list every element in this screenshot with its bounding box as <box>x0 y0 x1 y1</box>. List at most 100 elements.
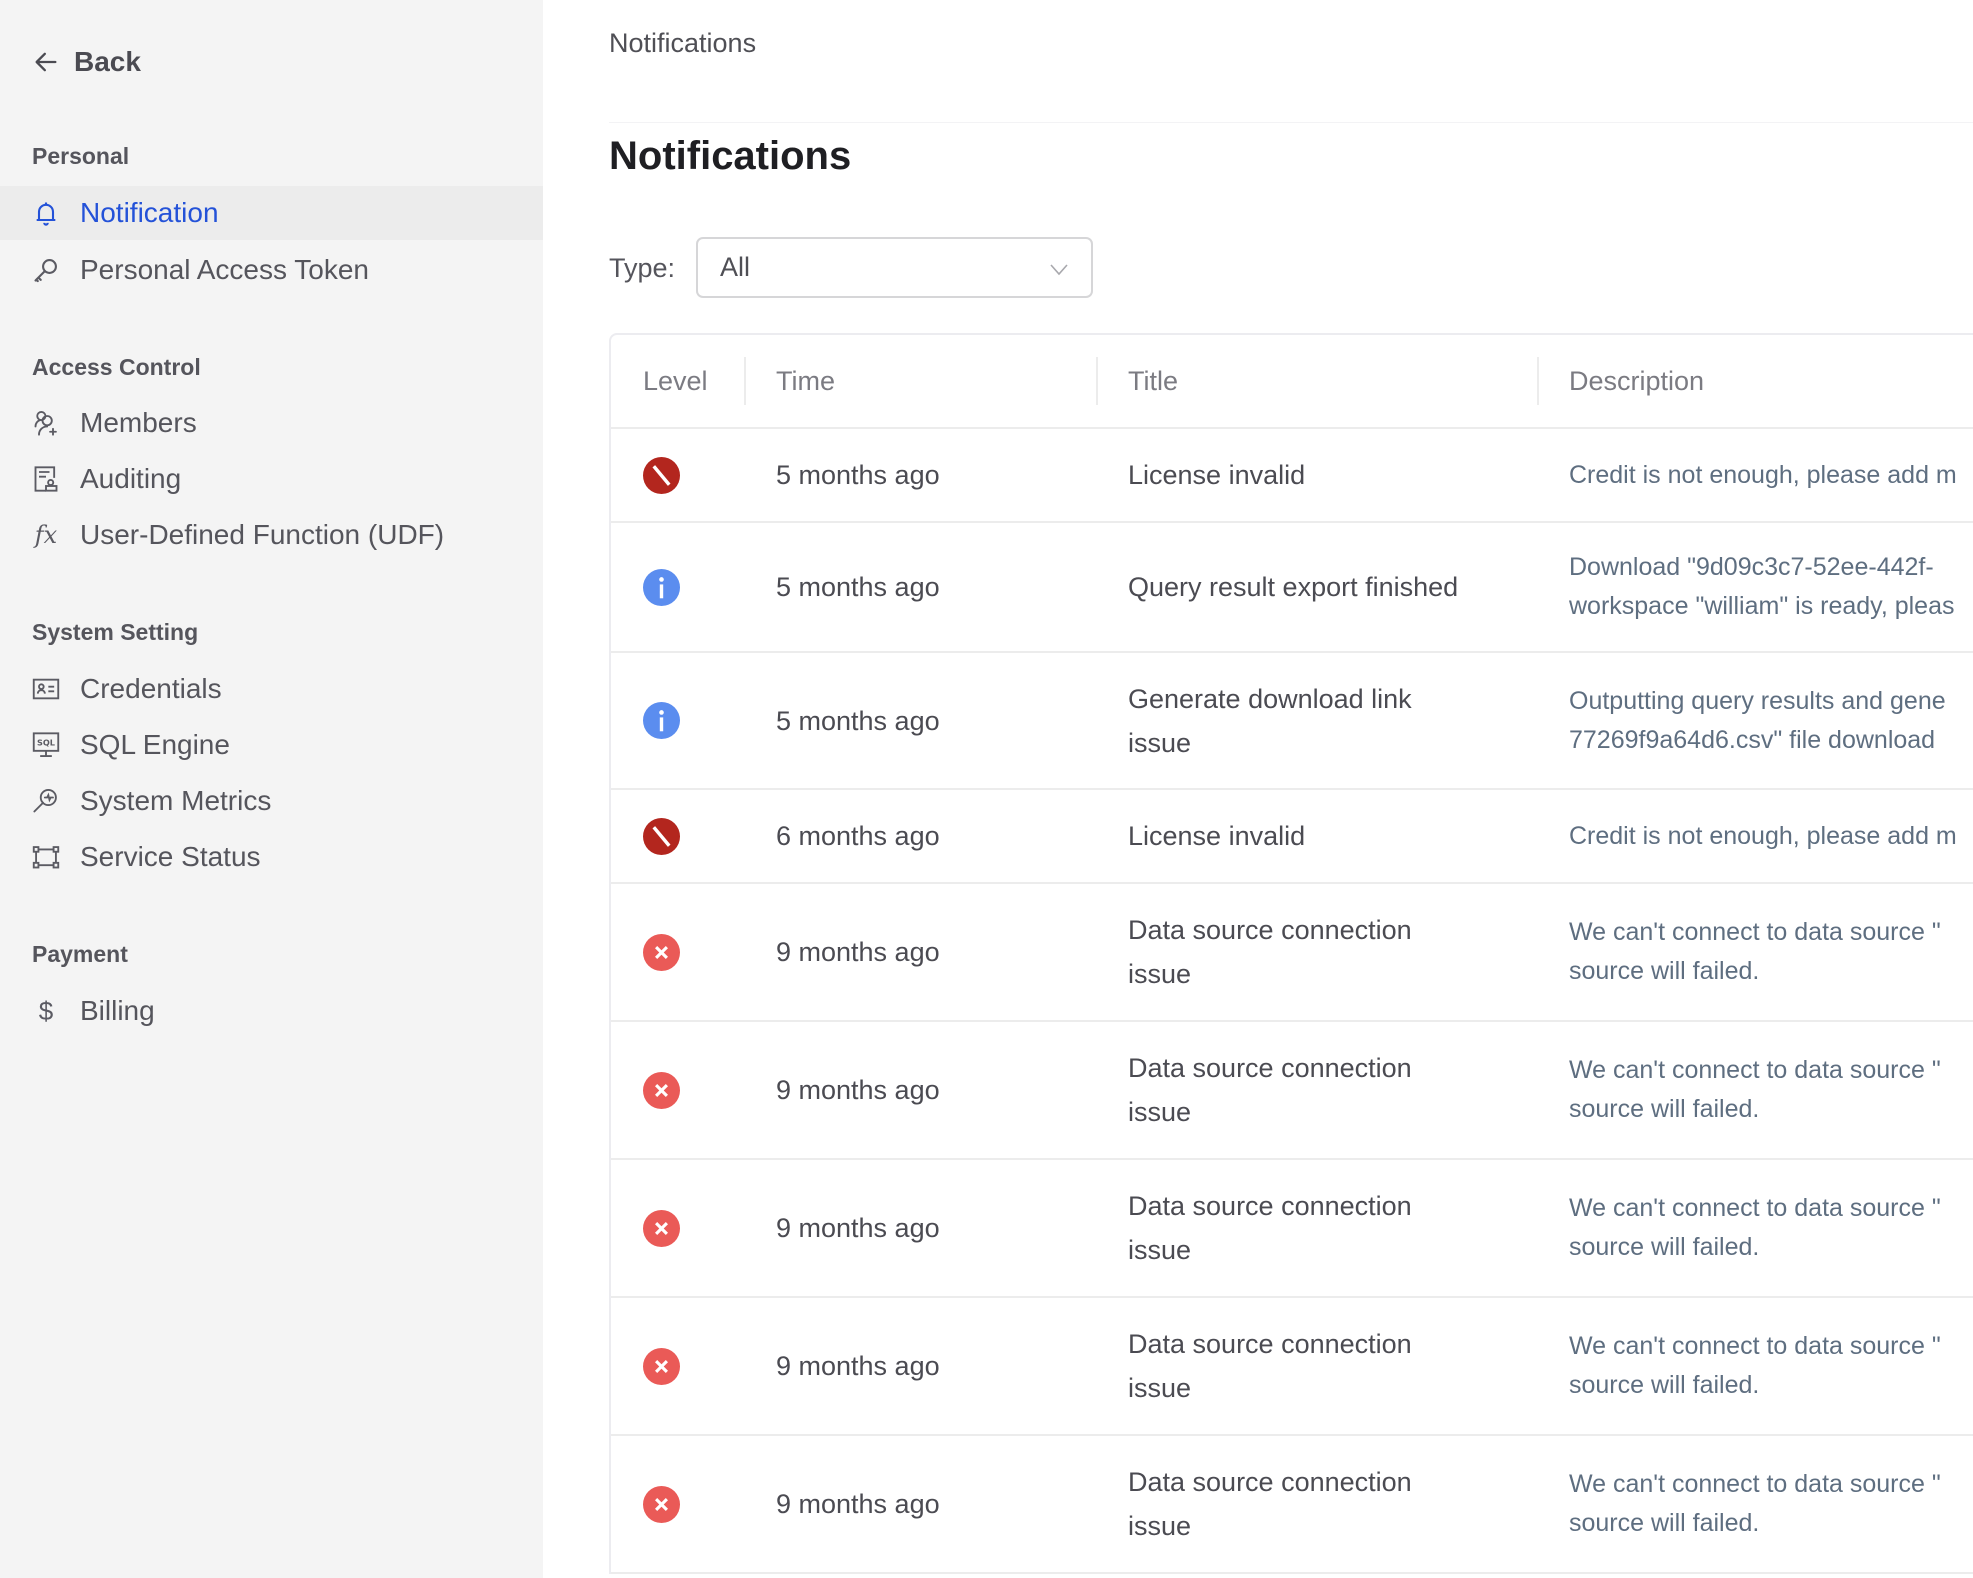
table-header: Level Time Title Description <box>611 335 1973 429</box>
error-icon <box>643 1347 680 1385</box>
table-row[interactable]: 9 months ago Data source connection issue… <box>611 1022 1973 1160</box>
time-text: 5 months ago <box>776 460 940 490</box>
error-icon <box>643 1071 680 1109</box>
time-cell: 5 months ago <box>744 653 1096 788</box>
description-text-line: source will failed. <box>1569 1509 1760 1537</box>
level-cell <box>611 884 744 1020</box>
license-invalid-icon <box>643 456 680 494</box>
title-cell: Data source connection issue <box>1096 1022 1537 1158</box>
description-text-line: source will failed. <box>1569 957 1760 985</box>
time-cell: 6 months ago <box>744 790 1096 882</box>
notifications-table: Level Time Title Description 5 months ag… <box>609 333 1973 1574</box>
time-cell: 5 months ago <box>744 429 1096 521</box>
main-content: Notifications Notifications Type: All Le… <box>543 0 1973 1578</box>
description-text-line: source will failed. <box>1569 1095 1760 1123</box>
sidebar-item-notification[interactable]: Notification <box>0 186 543 240</box>
credentials-icon <box>32 675 60 703</box>
description-text-line: Credit is not enough, please add m <box>1569 821 1957 850</box>
description-cell: We can't connect to data source " source … <box>1537 1022 1973 1158</box>
description-cell: We can't connect to data source " source … <box>1537 884 1973 1020</box>
column-header-time: Time <box>744 335 1096 427</box>
title-cell: License invalid <box>1096 429 1537 521</box>
sidebar-item-label: Billing <box>80 995 155 1026</box>
sidebar-item-system-metrics[interactable]: System Metrics <box>0 774 543 828</box>
description-cell: We can't connect to data source " source … <box>1537 1436 1973 1572</box>
sidebar-item-label: SQL Engine <box>80 729 230 760</box>
sidebar-item-sql-engine[interactable]: SQL SQL Engine <box>0 718 543 772</box>
title-text-line: Data source connection <box>1128 1329 1412 1359</box>
table-row[interactable]: 5 months ago Generate download link issue… <box>611 653 1973 790</box>
sql-engine-icon: SQL <box>32 731 60 759</box>
table-row[interactable]: 5 months ago License invalid Credit is n… <box>611 429 1973 523</box>
title-text-line: Query result export finished <box>1128 572 1459 602</box>
back-button[interactable]: Back <box>32 46 141 78</box>
chevron-down-icon <box>1050 264 1068 276</box>
column-header-level: Level <box>643 365 708 396</box>
sidebar-item-credentials[interactable]: Credentials <box>0 662 543 716</box>
table-row[interactable]: 9 months ago Data source connection issue… <box>611 1160 1973 1298</box>
table-body: 5 months ago License invalid Credit is n… <box>611 429 1973 1574</box>
title-text-line: Generate download link <box>1128 683 1412 714</box>
level-cell <box>611 1436 744 1572</box>
time-text: 5 months ago <box>776 705 940 736</box>
sidebar-item-service-status[interactable]: Service Status <box>0 830 543 884</box>
level-cell <box>611 1298 744 1434</box>
title-cell: Generate download link issue <box>1096 653 1537 788</box>
description-text-line: Outputting query results and gene <box>1569 686 1946 715</box>
sidebar-item-auditing[interactable]: Auditing <box>0 452 543 506</box>
sidebar-item-label: Credentials <box>80 673 222 704</box>
title-cell: Data source connection issue <box>1096 1436 1537 1572</box>
svg-text:SQL: SQL <box>37 738 55 748</box>
table-row[interactable]: 6 months ago License invalid Credit is n… <box>611 790 1973 884</box>
time-text: 9 months ago <box>776 1489 940 1519</box>
title-cell: Data source connection issue <box>1096 1298 1537 1434</box>
table-row[interactable]: 9 months ago Data source connection issue… <box>611 1436 1973 1574</box>
title-cell: Query result export finished <box>1096 523 1537 651</box>
back-label: Back <box>74 46 141 77</box>
description-text-line: We can't connect to data source " <box>1569 1194 1941 1222</box>
title-text-line: Data source connection <box>1128 1053 1412 1083</box>
key-icon <box>32 256 60 284</box>
time-text: 9 months ago <box>776 1213 940 1243</box>
sidebar-item-personal-access-token[interactable]: Personal Access Token <box>0 243 543 297</box>
table-row[interactable]: 5 months ago Query result export finishe… <box>611 523 1973 653</box>
sidebar-item-members[interactable]: Members <box>0 396 543 450</box>
sidebar-item-label: Auditing <box>80 463 182 494</box>
dollar-icon: $ <box>38 995 54 1026</box>
description-text-line: We can't connect to data source " <box>1569 918 1941 946</box>
title-cell: Data source connection issue <box>1096 884 1537 1020</box>
section-title-access-control: Access Control <box>32 354 201 380</box>
description-text-line: We can't connect to data source " <box>1569 1332 1941 1360</box>
level-cell <box>611 523 744 651</box>
arrow-left-icon <box>35 52 57 72</box>
sidebar-item-label: System Metrics <box>80 785 272 816</box>
level-cell <box>611 653 744 788</box>
title-text-line: issue <box>1128 1097 1192 1127</box>
time-cell: 9 months ago <box>744 1298 1096 1434</box>
time-cell: 9 months ago <box>744 1160 1096 1296</box>
description-text-line: source will failed. <box>1569 1371 1760 1399</box>
sidebar-item-udf[interactable]: fx User-Defined Function (UDF) <box>0 508 543 562</box>
service-status-icon <box>32 843 60 871</box>
time-cell: 5 months ago <box>744 523 1096 651</box>
title-text-line: issue <box>1128 959 1192 989</box>
description-cell: Outputting query results and gene 77269f9… <box>1537 653 1973 788</box>
sidebar: Back Personal Notification Personal Acce… <box>0 0 543 1578</box>
sidebar-item-billing[interactable]: $ Billing <box>0 984 543 1038</box>
table-row[interactable]: 9 months ago Data source connection issue… <box>611 1298 1973 1436</box>
title-text-line: License invalid <box>1128 460 1306 490</box>
title-text-line: issue <box>1128 1373 1192 1403</box>
type-filter-label: Type: <box>609 253 676 283</box>
description-cell: Credit is not enough, please add m <box>1537 790 1973 882</box>
type-filter-select[interactable]: All <box>696 237 1093 298</box>
error-icon <box>643 933 680 971</box>
description-text-line: workspace "william" is ready, pleas <box>1569 592 1955 620</box>
description-text-line: Download "9d09c3c7-52ee-442f- <box>1569 553 1934 581</box>
description-cell: We can't connect to data source " source … <box>1537 1160 1973 1296</box>
breadcrumb: Notifications <box>609 28 757 58</box>
title-text-line: issue <box>1128 727 1192 758</box>
table-row[interactable]: 9 months ago Data source connection issue… <box>611 884 1973 1022</box>
description-text-line: 77269f9a64d6.csv" file download <box>1569 725 1936 754</box>
title-text-line: issue <box>1128 1511 1192 1541</box>
members-icon <box>32 409 60 437</box>
